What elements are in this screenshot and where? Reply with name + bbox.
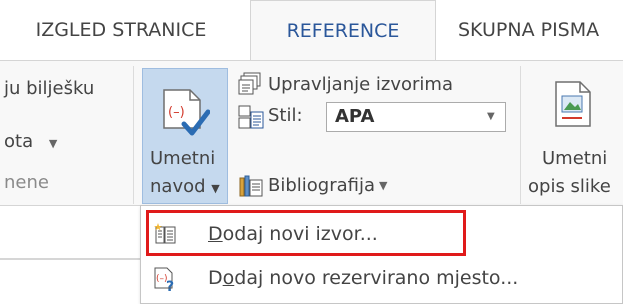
add-placeholder-icon: (–) ? bbox=[152, 266, 178, 295]
insert-citation-label: navod bbox=[150, 176, 206, 197]
style-label: Stil: bbox=[268, 105, 303, 126]
insert-citation-label-line2: navod ▼ bbox=[150, 176, 220, 197]
svg-text:(–): (–) bbox=[168, 105, 185, 120]
tab-page-layout[interactable]: IZGLED STRANICE bbox=[0, 0, 242, 60]
insert-caption-button[interactable]: Umetni opis slike bbox=[524, 68, 623, 204]
citation-style-select[interactable]: APA ▼ bbox=[326, 102, 506, 132]
tab-label: IZGLED STRANICE bbox=[35, 19, 207, 41]
manage-sources-button[interactable]: Upravljanje izvorima bbox=[238, 70, 538, 98]
chevron-down-icon: ▼ bbox=[48, 137, 58, 150]
insert-caption-label-line1: Umetni bbox=[542, 148, 608, 169]
insert-citation-label-line1: Umetni bbox=[150, 148, 216, 169]
chevron-down-icon: ▼ bbox=[379, 178, 388, 192]
highlight-box bbox=[146, 210, 466, 256]
manage-sources-icon bbox=[238, 72, 264, 96]
bibliography-button[interactable]: Bibliografija ▼ bbox=[238, 170, 438, 200]
tab-label: REFERENCE bbox=[286, 20, 400, 42]
insert-caption-icon bbox=[552, 80, 596, 130]
style-icon bbox=[238, 104, 264, 130]
footnote-dropdown-label: ota bbox=[4, 131, 34, 152]
menu-item-add-new-placeholder[interactable]: (–) ? Dodaj novo rezervirano mjesto... bbox=[142, 256, 622, 302]
ruler-line bbox=[0, 258, 140, 260]
insert-caption-label-line2: opis slike bbox=[528, 176, 611, 197]
chevron-down-icon: ▼ bbox=[487, 111, 495, 122]
show-notes-button[interactable]: nene bbox=[4, 172, 49, 193]
style-value: APA bbox=[335, 106, 375, 127]
group-separator bbox=[133, 66, 134, 204]
manage-sources-label: Upravljanje izvorima bbox=[268, 73, 454, 95]
group-separator bbox=[520, 66, 521, 204]
tab-mailings[interactable]: SKUPNA PISMA bbox=[440, 0, 623, 60]
footnote-dropdown-button[interactable]: ota ▼ bbox=[4, 131, 57, 152]
bibliography-icon bbox=[238, 172, 264, 198]
insert-citation-icon: (–) bbox=[160, 88, 211, 140]
menu-item-label: Dodaj novo rezervirano mjesto... bbox=[208, 267, 519, 289]
bibliography-label: Bibliografija bbox=[268, 174, 376, 196]
insert-endnote-button[interactable]: ju bilješku bbox=[4, 78, 94, 99]
chevron-down-icon: ▼ bbox=[211, 182, 220, 195]
svg-text:?: ? bbox=[166, 279, 174, 292]
tab-label: SKUPNA PISMA bbox=[458, 19, 600, 41]
ribbon-tab-strip: IZGLED STRANICE REFERENCE SKUPNA PISMA bbox=[0, 0, 623, 61]
show-notes-label: nene bbox=[4, 172, 49, 193]
insert-endnote-label: ju bilješku bbox=[4, 78, 95, 99]
tab-references[interactable]: REFERENCE bbox=[250, 0, 436, 61]
